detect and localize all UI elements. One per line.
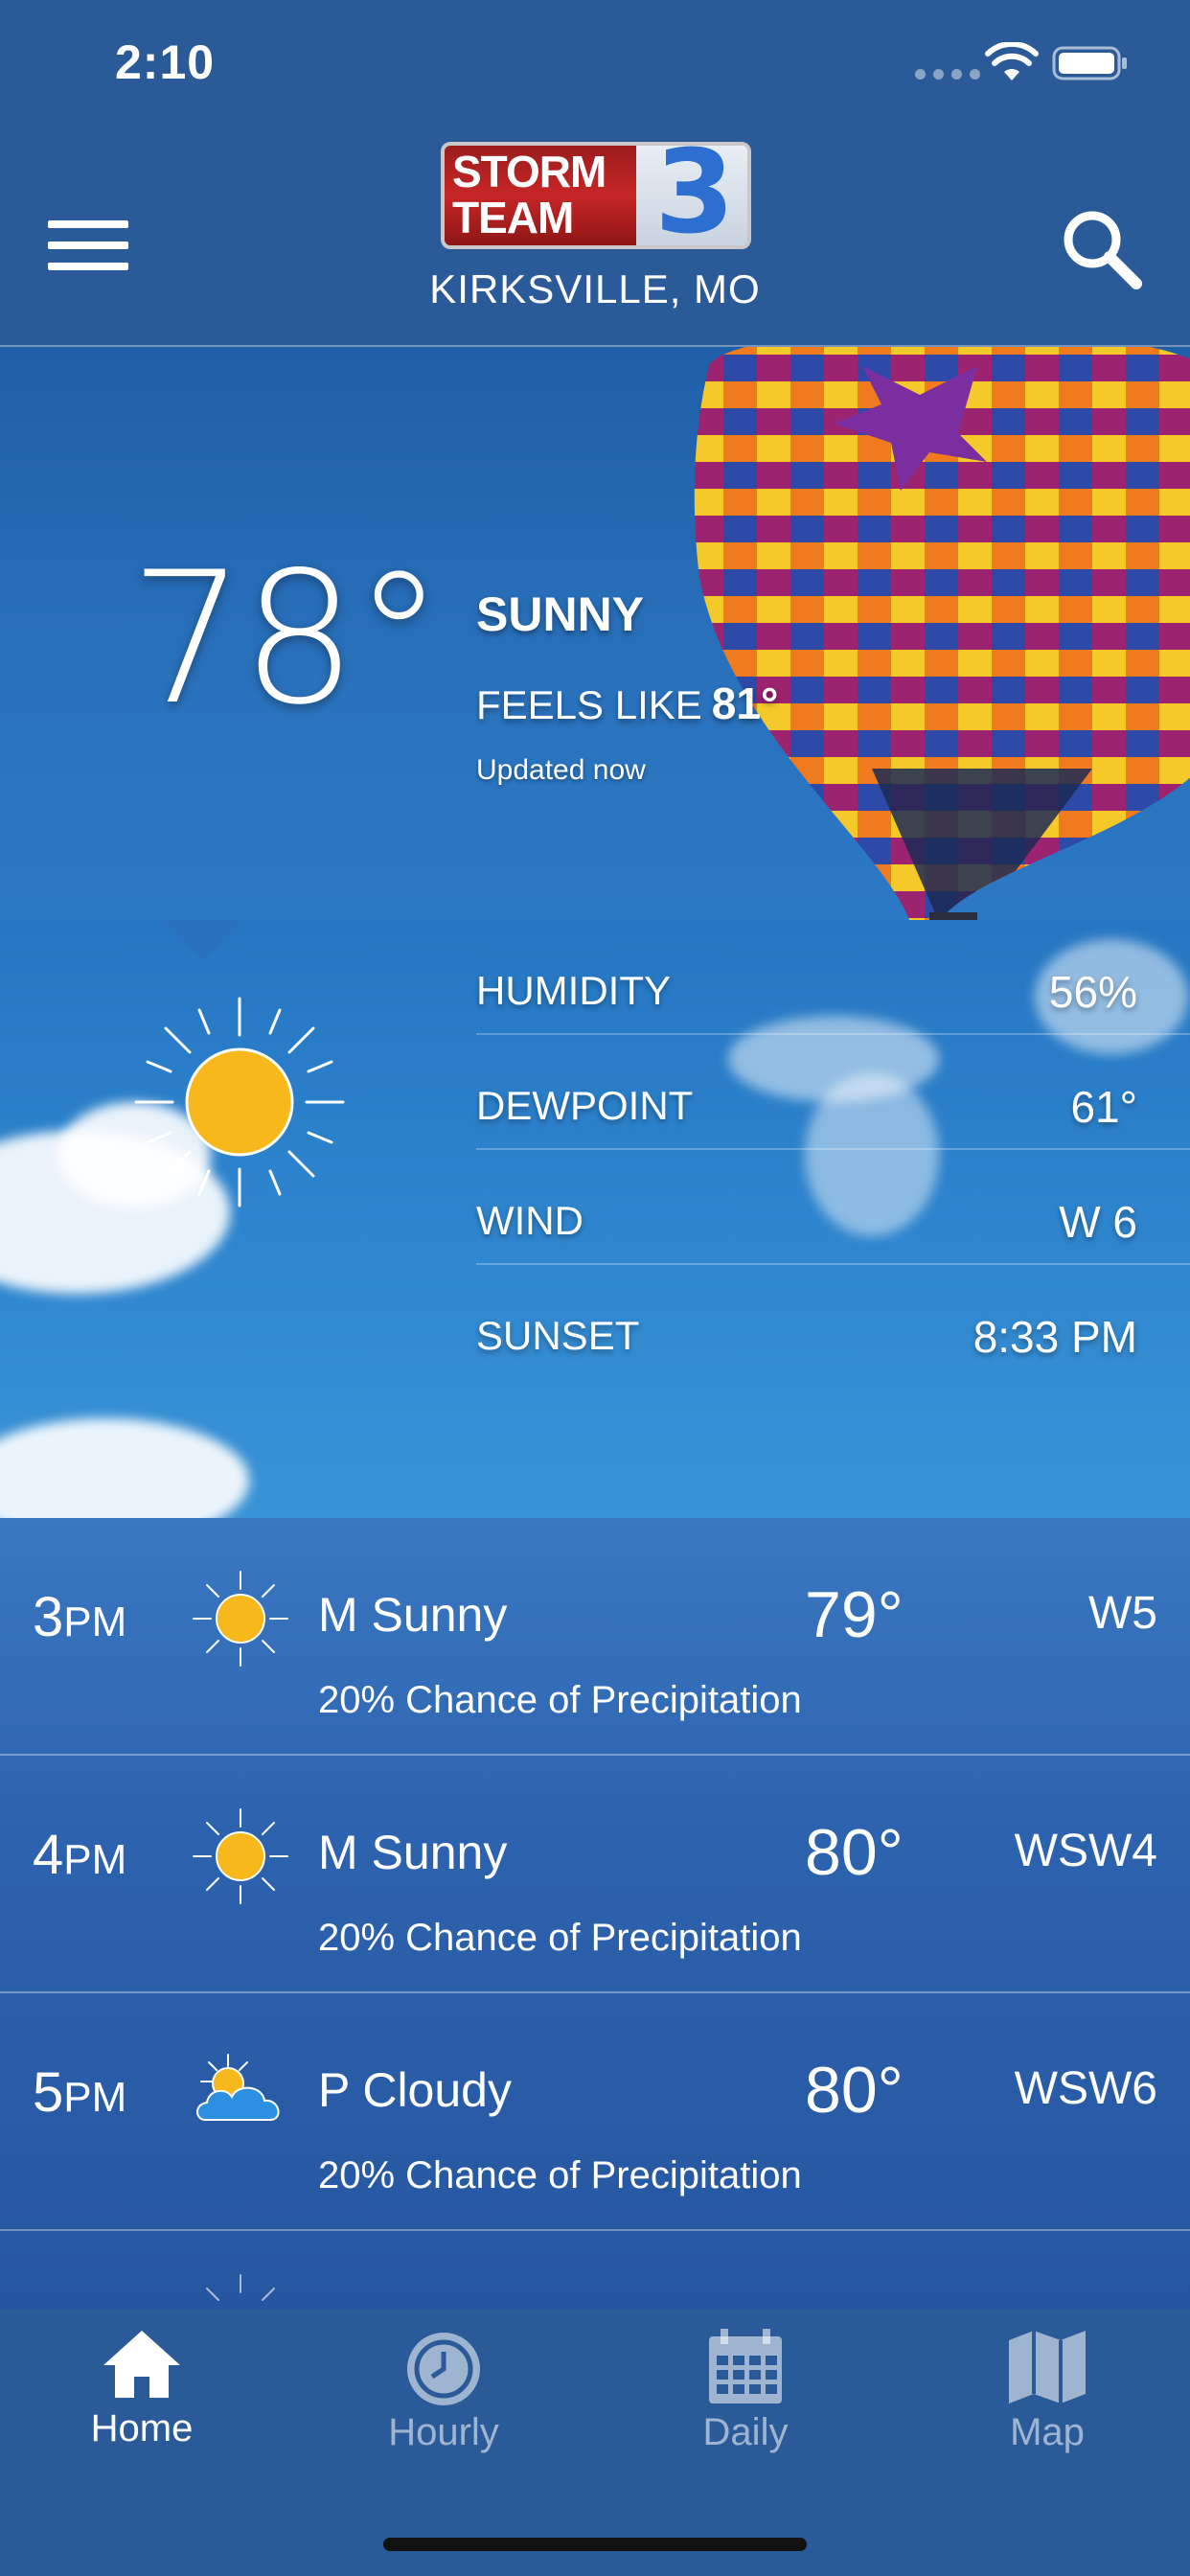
detail-row-dewpoint: DEWPOINT 61° <box>476 1035 1190 1150</box>
sun-icon <box>193 1808 288 1904</box>
hour-time: 4PM <box>33 1823 126 1887</box>
logo-text-storm: STORM <box>452 147 606 196</box>
status-bar: 2:10 <box>0 0 1190 125</box>
clock-icon <box>407 2333 480 2405</box>
hour-condition: M Sunny <box>318 1588 508 1642</box>
battery-icon <box>1052 46 1127 80</box>
hour-condition: M Sunny <box>318 1826 508 1879</box>
hour-temperature: 80° <box>805 2054 904 2127</box>
hour-precipitation: 20% Chance of Precipitation <box>318 1917 802 1959</box>
storm-team-logo: STORM TEAM 3 <box>441 142 751 249</box>
feels-like: FEELS LIKE 81° <box>476 678 778 729</box>
app-header: STORM TEAM 3 KIRKSVILLE, MO <box>0 125 1190 347</box>
hot-air-balloon-image <box>694 347 1190 920</box>
hour-temperature: 79° <box>805 1578 904 1651</box>
location-label[interactable]: KIRKSVILLE, MO <box>0 266 1190 312</box>
hourly-row[interactable]: 5PM P Cloudy 80° WSW6 20% Chance of Prec… <box>0 1993 1190 2231</box>
details-panel: HUMIDITY 56% DEWPOINT 61° WIND W 6 SUNSE… <box>0 920 1190 1518</box>
hour-time: 5PM <box>33 2060 126 2125</box>
detail-label: WIND <box>476 1198 584 1243</box>
detail-value: 61° <box>1070 1082 1137 1132</box>
cloud-decoration <box>0 1418 249 1518</box>
wifi-icon <box>985 42 1039 80</box>
hour-wind: W5 <box>1088 1588 1157 1639</box>
detail-label: HUMIDITY <box>476 968 671 1013</box>
hour-time: 3PM <box>33 1585 126 1649</box>
map-icon <box>1009 2331 1086 2404</box>
detail-value: 8:33 PM <box>973 1312 1137 1362</box>
feels-like-value: 81° <box>711 678 779 728</box>
logo-text-team: TEAM <box>452 193 574 242</box>
hourly-row[interactable]: 3PM M Sunny 79° W5 20% Chance of Precipi… <box>0 1518 1190 1756</box>
current-condition: SUNNY <box>476 587 645 641</box>
hour-precipitation: 20% Chance of Precipitation <box>318 2154 802 2196</box>
hourly-forecast-list[interactable]: 3PM M Sunny 79° W5 20% Chance of Precipi… <box>0 1518 1190 2310</box>
status-time: 2:10 <box>115 35 216 89</box>
hour-precipitation: 20% Chance of Precipitation <box>318 1679 802 1721</box>
tab-home[interactable]: Home <box>46 2329 238 2472</box>
hour-number: 3 <box>33 1586 64 1648</box>
tab-daily[interactable]: Daily <box>650 2329 841 2472</box>
tab-label: Home <box>90 2407 194 2450</box>
tab-hourly[interactable]: Hourly <box>348 2329 539 2472</box>
hour-wind: WSW4 <box>1014 1826 1157 1876</box>
home-indicator[interactable] <box>383 2538 807 2551</box>
detail-label: SUNSET <box>476 1313 640 1358</box>
tab-map[interactable]: Map <box>951 2329 1143 2472</box>
sun-icon <box>206 2274 275 2301</box>
hour-number: 5 <box>33 2061 64 2124</box>
partly-cloudy-icon <box>196 2054 280 2121</box>
hour-period: PM <box>63 1598 127 1645</box>
detail-value: W 6 <box>1059 1197 1137 1247</box>
feels-like-label: FEELS LIKE <box>476 682 702 727</box>
detail-label: DEWPOINT <box>476 1083 694 1128</box>
detail-value: 56% <box>1048 967 1137 1017</box>
home-icon <box>103 2331 180 2398</box>
hour-period: PM <box>63 1836 127 1883</box>
hour-wind: WSW6 <box>1014 2063 1157 2114</box>
detail-row-wind: WIND W 6 <box>476 1150 1190 1265</box>
hour-period: PM <box>63 2074 127 2121</box>
tab-bar: Home Hourly Daily Map <box>0 2310 1190 2576</box>
current-conditions-panel: 78° SUNNY FEELS LIKE 81° Updated now <box>0 347 1190 920</box>
hour-number: 4 <box>33 1824 64 1886</box>
sun-icon <box>134 997 345 1208</box>
hourly-row-partial[interactable] <box>0 2231 1190 2310</box>
hour-temperature: 80° <box>805 1816 904 1889</box>
hour-condition: P Cloudy <box>318 2063 512 2117</box>
updated-label: Updated now <box>476 754 646 786</box>
detail-row-humidity: HUMIDITY 56% <box>476 920 1190 1035</box>
logo-number: 3 <box>654 142 735 249</box>
tab-label: Daily <box>702 2411 789 2453</box>
hourly-row[interactable]: 4PM M Sunny 80° WSW4 20% Chance of Preci… <box>0 1756 1190 1993</box>
pointer-arrow <box>161 920 245 960</box>
current-temperature: 78° <box>129 533 445 745</box>
search-icon[interactable] <box>1054 201 1150 297</box>
detail-row-sunset: SUNSET 8:33 PM <box>476 1265 1190 1380</box>
calendar-icon <box>709 2329 782 2404</box>
cellular-signal-icon <box>915 69 980 80</box>
tab-label: Hourly <box>388 2411 499 2453</box>
sun-icon <box>193 1571 288 1667</box>
tab-label: Map <box>1010 2411 1085 2453</box>
